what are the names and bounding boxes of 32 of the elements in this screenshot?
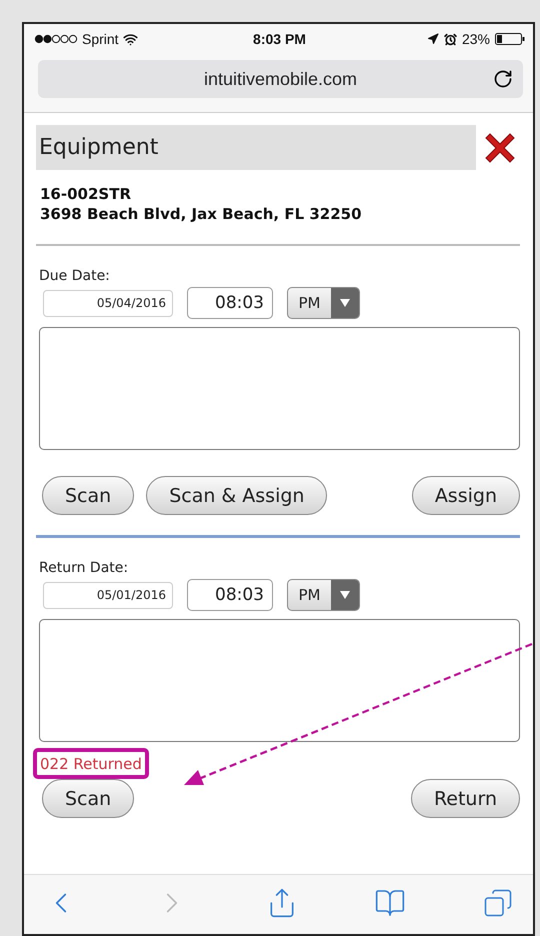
- job-address: 3698 Beach Blvd, Jax Beach, FL 32250: [40, 204, 363, 224]
- alarm-icon: [444, 32, 457, 46]
- date-label: Due Date:: [39, 268, 111, 284]
- time-field[interactable]: 08:03: [187, 287, 273, 319]
- page-title: Equipment: [39, 135, 158, 160]
- action-button[interactable]: Return: [410, 779, 520, 818]
- battery-icon: [495, 33, 526, 45]
- caret-icon: [340, 591, 350, 599]
- location-icon: [426, 33, 439, 45]
- carrier-name: Sprint: [82, 31, 119, 47]
- signal-icon: [34, 34, 78, 44]
- job-id: 16-002STR: [40, 184, 132, 204]
- caret-icon: [340, 299, 350, 307]
- date-field[interactable]: 05/01/2016: [43, 582, 173, 608]
- action-button[interactable]: Scan: [42, 779, 134, 818]
- action-button[interactable]: Assign: [412, 476, 520, 515]
- am-pm-select[interactable]: PM: [287, 579, 360, 611]
- notes-field[interactable]: [39, 327, 520, 450]
- tabs-icon[interactable]: [483, 888, 513, 918]
- action-button[interactable]: Scan & Assign: [146, 476, 328, 515]
- action-button[interactable]: Scan: [42, 476, 134, 515]
- address-bar[interactable]: intuitivemobile.com: [38, 60, 523, 98]
- date-field[interactable]: 05/04/2016: [43, 290, 173, 316]
- battery-percent: 23%: [462, 31, 490, 47]
- notes-field[interactable]: [39, 619, 520, 742]
- reload-icon[interactable]: [493, 69, 513, 89]
- am-pm-select[interactable]: PM: [287, 287, 360, 319]
- date-label: Return Date:: [39, 560, 130, 576]
- clock-time: 8:03 PM: [253, 31, 306, 47]
- time-field[interactable]: 08:03: [187, 579, 273, 611]
- wifi-icon: [122, 32, 138, 46]
- status-message: 022 Returned: [40, 755, 142, 773]
